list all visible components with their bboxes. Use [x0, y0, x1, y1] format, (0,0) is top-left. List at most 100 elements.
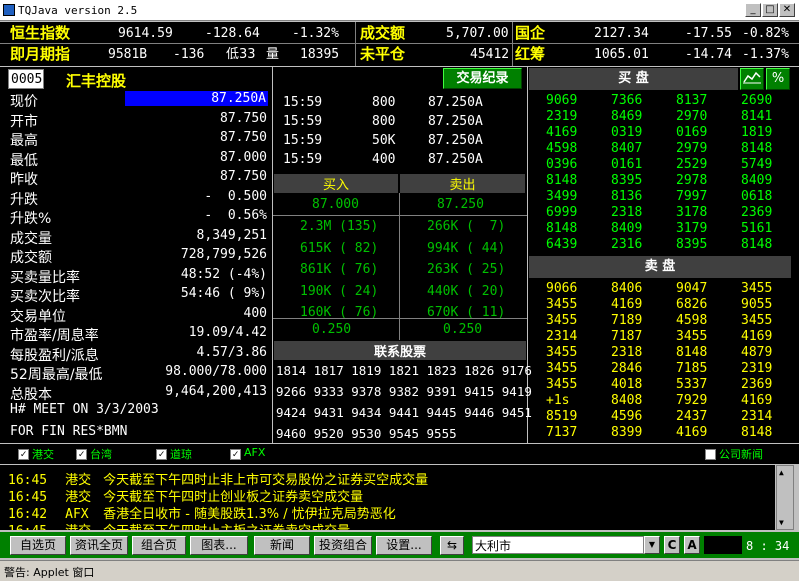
broker-code: 3455 — [546, 361, 578, 376]
quote-value: 87.000 — [220, 149, 267, 165]
quote-value: 19.09/4.42 — [188, 325, 267, 340]
filter-checkbox[interactable]: ✓ — [18, 449, 29, 460]
filter-checkbox[interactable]: ✓ — [230, 449, 241, 460]
clock: 8 : 34 — [746, 539, 790, 553]
chart-icon[interactable] — [740, 68, 764, 90]
company-news-label: 公司新闻 — [719, 448, 763, 461]
broker-code: 7929 — [676, 393, 708, 408]
search-input[interactable] — [472, 536, 644, 554]
news-scrollbar[interactable]: ▲ ▼ — [776, 465, 794, 530]
news-list: 16:45 港交 今天截至下午四时止非上市可交易股份之证券买空成交量 16:45 港交今… — [0, 465, 775, 530]
news-time: 16:45 — [8, 524, 47, 530]
broker-code: 9055 — [741, 297, 773, 312]
news-item[interactable]: 16:45 港交今天截至下午四时止主板之证券卖空成交量 — [8, 520, 350, 530]
company-news-checkbox[interactable] — [705, 449, 716, 460]
sell-queue-header: 卖 盘 — [529, 256, 791, 278]
quote-label: 现价 — [10, 94, 38, 110]
quote-label: 市盈率/周息率 — [10, 328, 99, 344]
quote-value: 54:46 ( 9%) — [180, 286, 267, 301]
bid-price: 87.000 — [312, 197, 359, 212]
refresh-icon[interactable]: ⇆ — [440, 536, 464, 555]
broker-code: 9069 — [546, 93, 578, 108]
trade-volume: 800 — [372, 95, 396, 110]
index-change: -136 — [173, 47, 205, 62]
ask-price: 87.250 — [437, 197, 484, 212]
broker-code: 4879 — [741, 345, 773, 360]
quote-label: 总股本 — [10, 386, 52, 403]
filter-checkbox[interactable]: ✓ — [156, 449, 167, 460]
quote-label: 交易单位 — [10, 308, 66, 325]
broker-code: 9066 — [546, 281, 578, 296]
broker-code: 9047 — [676, 281, 708, 296]
quote-label: 最高 — [10, 133, 38, 149]
related-codes: 1814 1817 1819 1821 1823 1826 9176 — [276, 363, 532, 378]
quote-value: 8,349,251 — [196, 227, 267, 243]
quote-value: - 0.56% — [204, 208, 267, 223]
broker-code: 0319 — [611, 125, 643, 140]
broker-code: 3455 — [741, 313, 773, 328]
broker-code: 2318 — [611, 345, 643, 360]
broker-code: 6439 — [546, 237, 578, 252]
bid-volume: 861K ( 76) — [300, 262, 379, 277]
broker-code: 4169 — [741, 393, 773, 408]
ask-volume: 263K ( 25) — [427, 262, 506, 277]
scroll-up-icon[interactable]: ▲ — [779, 468, 784, 477]
index-value: 1065.01 — [594, 47, 649, 62]
trade-log-button[interactable]: 交易纪录 — [443, 68, 522, 89]
scroll-down-icon[interactable]: ▼ — [779, 518, 784, 527]
maximize-button[interactable]: □ — [762, 3, 778, 17]
toolbar-button[interactable]: 自选页 — [10, 536, 66, 555]
quote-value: 87.750 — [220, 130, 267, 145]
bid-volume: 190K ( 24) — [300, 283, 379, 299]
index-name: 恒生指数 — [10, 24, 71, 42]
trade-price: 87.250A — [428, 133, 483, 148]
close-button[interactable]: ✕ — [779, 3, 795, 17]
minimize-button[interactable]: _ — [745, 3, 761, 17]
broker-code: 4596 — [611, 409, 643, 424]
c-button[interactable]: C — [664, 536, 680, 554]
toolbar-button[interactable]: 投资组合 — [314, 536, 372, 555]
broker-code: 8409 — [611, 221, 643, 236]
quote-value: 87.750 — [220, 169, 267, 184]
quote-label: 买卖次比率 — [10, 289, 80, 305]
window-title-bar: TQJava version 2.5 _ □ ✕ — [0, 0, 799, 21]
ask-volume: 440K ( 20) — [427, 283, 506, 299]
broker-code: 8148 — [546, 221, 578, 236]
note-line: H# MEET ON 3/3/2003 — [10, 402, 159, 417]
trade-time: 15:59 — [283, 152, 323, 167]
broker-code: 4169 — [741, 329, 773, 344]
broker-code: 2970 — [676, 109, 708, 124]
quote-value: 728,799,526 — [180, 247, 267, 262]
toolbar-button[interactable]: 资讯全页 — [70, 536, 128, 555]
broker-code: 3455 — [741, 281, 773, 296]
dropdown-arrow-icon[interactable]: ▼ — [644, 536, 660, 554]
color-box — [704, 536, 742, 554]
broker-code: 4598 — [546, 141, 578, 156]
a-button[interactable]: A — [684, 536, 700, 554]
toolbar-button[interactable]: 设置... — [376, 536, 432, 555]
index-vol-label: 量 — [266, 47, 280, 62]
index-change: -14.74 — [685, 47, 732, 62]
broker-code: 2529 — [676, 157, 708, 172]
toolbar-button[interactable]: 图表... — [190, 536, 248, 555]
broker-code: 2979 — [676, 141, 708, 156]
index-vol: 18395 — [300, 47, 340, 62]
broker-code: 7366 — [611, 93, 643, 108]
broker-code: 0618 — [741, 189, 773, 204]
toolbar-button[interactable]: 新闻 — [254, 536, 310, 555]
filter-label: 道琼 — [170, 448, 192, 461]
broker-code: 3455 — [676, 329, 708, 344]
broker-code: 0396 — [546, 157, 578, 172]
note-line: FOR FIN RES*BMN — [10, 424, 128, 439]
quote-label: 昨收 — [10, 172, 38, 188]
percent-icon[interactable]: % — [766, 68, 790, 90]
stock-code-input[interactable] — [8, 69, 44, 89]
toolbar-button[interactable]: 组合页 — [132, 536, 186, 555]
trade-price: 87.250A — [428, 152, 483, 167]
filter-checkbox[interactable]: ✓ — [76, 449, 87, 460]
spread-buy: 0.250 — [312, 322, 352, 337]
quote-value: 98.000/78.000 — [165, 364, 267, 379]
broker-code: 0169 — [676, 125, 708, 140]
broker-code: 6826 — [676, 297, 708, 312]
broker-code: 3178 — [676, 205, 708, 220]
